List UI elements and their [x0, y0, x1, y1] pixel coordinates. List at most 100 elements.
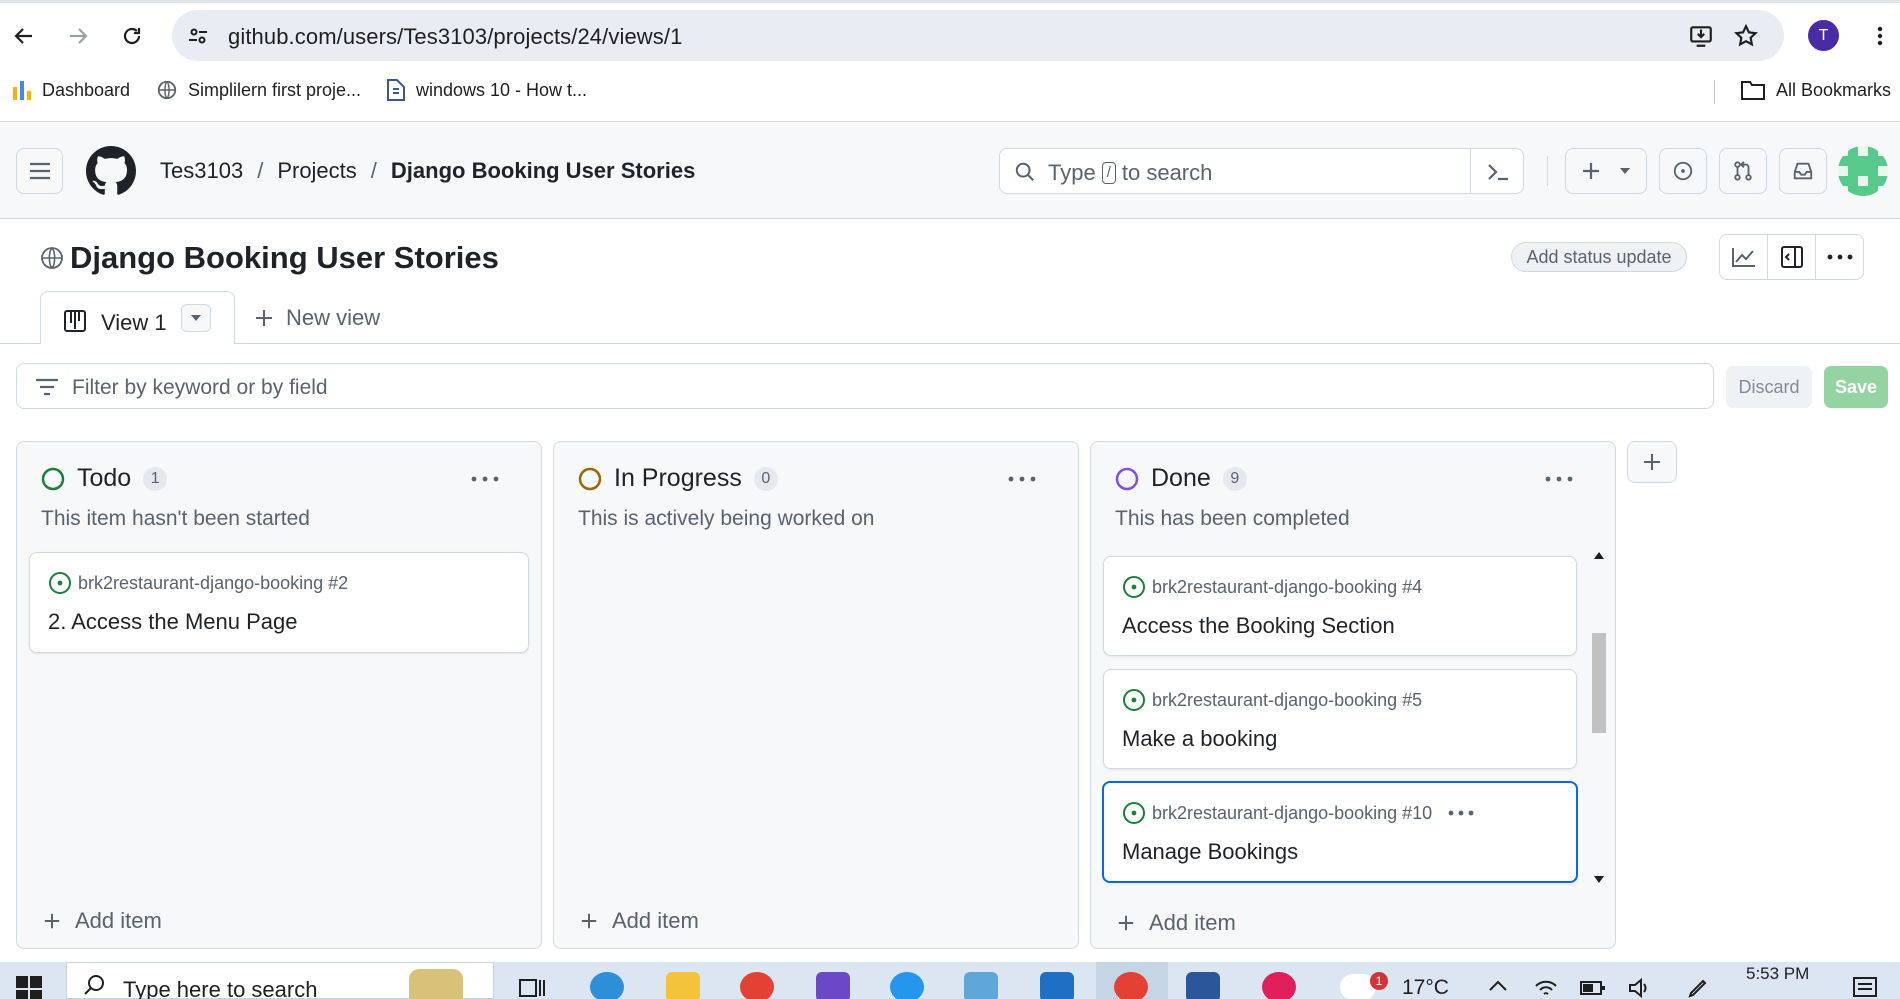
project-title: Django Booking User Stories: [70, 240, 499, 275]
column-menu-button[interactable]: [1541, 464, 1577, 494]
globe-icon: [41, 247, 63, 269]
inbox-button[interactable]: [1779, 148, 1827, 194]
insights-button[interactable]: [1720, 235, 1768, 279]
column-description: This item hasn't been started: [41, 507, 310, 530]
search-prefix: Type: [1048, 160, 1096, 185]
bookmark-windows10[interactable]: windows 10 - How t...: [386, 78, 587, 102]
issue-card[interactable]: brk2restaurant-django-booking #5 Make a …: [1103, 669, 1577, 769]
notifications-icon[interactable]: [1852, 976, 1878, 999]
filter-icon: [36, 378, 58, 396]
global-nav-menu-button[interactable]: [16, 148, 63, 194]
add-status-update-button[interactable]: Add status update: [1511, 242, 1687, 272]
issue-card-focused[interactable]: brk2restaurant-django-booking #10 Manage…: [1102, 781, 1578, 883]
forward-button[interactable]: [60, 18, 96, 54]
volume-icon[interactable]: [1628, 978, 1652, 998]
task-view-icon[interactable]: [518, 976, 546, 999]
new-view-button[interactable]: New view: [254, 305, 380, 331]
docker-app-icon[interactable]: [890, 972, 924, 999]
card-repo-ref[interactable]: brk2restaurant-django-booking #5: [1152, 690, 1422, 711]
command-palette-icon[interactable]: [1486, 161, 1510, 183]
user-avatar[interactable]: [1838, 146, 1888, 196]
column-menu-button[interactable]: [467, 464, 503, 494]
pull-requests-button[interactable]: [1719, 148, 1767, 194]
url-text[interactable]: github.com/users/Tes3103/projects/24/vie…: [228, 24, 682, 50]
status-circle-icon: [1115, 467, 1139, 490]
tab-strip-edge: [0, 0, 1900, 3]
column-menu-button[interactable]: [1004, 464, 1040, 494]
issue-card[interactable]: brk2restaurant-django-booking #2 2. Acce…: [29, 552, 529, 653]
site-settings-icon[interactable]: [184, 22, 212, 50]
arrow-right-icon: [70, 28, 88, 44]
breadcrumb-owner[interactable]: Tes3103: [160, 158, 243, 184]
status-circle-icon: [578, 467, 602, 490]
save-button[interactable]: Save: [1824, 366, 1888, 408]
global-search-input[interactable]: Type / to search: [999, 148, 1524, 194]
taskbar-clock[interactable]: 5:53 PM: [1746, 964, 1809, 984]
scrollbar-thumb[interactable]: [1592, 633, 1606, 733]
breadcrumb-projects[interactable]: Projects: [277, 158, 356, 184]
bookmark-dashboard[interactable]: Dashboard: [12, 78, 130, 102]
windows-start-icon[interactable]: [16, 976, 42, 999]
wifi-icon[interactable]: [1534, 978, 1558, 998]
browser-menu-button[interactable]: [1862, 18, 1898, 54]
back-button[interactable]: [6, 18, 42, 54]
teams-app-icon[interactable]: [816, 972, 850, 999]
card-repo-ref[interactable]: brk2restaurant-django-booking #2: [78, 573, 348, 594]
card-menu-icon[interactable]: [1448, 810, 1474, 816]
board-layout-icon: [64, 310, 86, 332]
card-title[interactable]: Manage Bookings: [1122, 839, 1298, 865]
add-item-button[interactable]: Add item: [43, 908, 162, 934]
card-title[interactable]: Make a booking: [1122, 726, 1277, 752]
header-divider: [1547, 156, 1548, 186]
bookmark-simplilern[interactable]: Simplilern first proje...: [156, 78, 361, 102]
taskbar-search-input[interactable]: Type here to search: [66, 962, 494, 999]
column-title: In Progress: [614, 464, 742, 492]
issue-card[interactable]: brk2restaurant-django-booking #4 Access …: [1103, 556, 1577, 656]
add-column-button[interactable]: [1627, 441, 1677, 483]
all-bookmarks[interactable]: All Bookmarks: [1740, 78, 1891, 102]
breadcrumb: Tes3103 / Projects / Django Booking User…: [160, 158, 695, 184]
edge-app-icon[interactable]: [590, 972, 624, 999]
scroll-down-icon[interactable]: [1594, 876, 1604, 883]
sidebar-icon: [1780, 246, 1803, 268]
add-item-button[interactable]: Add item: [580, 908, 699, 934]
filter-input[interactable]: Filter by keyword or by field: [16, 363, 1714, 409]
weather-temperature[interactable]: 17°C: [1402, 976, 1449, 999]
view-options-dropdown[interactable]: [181, 304, 211, 332]
slack-app-icon[interactable]: [1262, 972, 1296, 999]
add-item-button[interactable]: Add item: [1117, 910, 1236, 936]
reload-button[interactable]: [114, 18, 150, 54]
issues-button[interactable]: [1659, 148, 1707, 194]
card-title[interactable]: 2. Access the Menu Page: [48, 609, 298, 635]
file-explorer-icon[interactable]: [666, 972, 700, 999]
tab-view-1[interactable]: View 1: [40, 291, 235, 344]
scroll-up-icon[interactable]: [1594, 552, 1604, 559]
profile-avatar[interactable]: T: [1808, 20, 1839, 51]
arrow-left-icon: [14, 28, 32, 44]
notes-app-icon[interactable]: [964, 972, 998, 999]
azure-app-icon[interactable]: [1040, 972, 1074, 999]
issue-opened-icon: [49, 572, 71, 594]
project-menu-button[interactable]: [1816, 235, 1863, 279]
caret-down-icon: [1620, 168, 1630, 174]
create-new-button[interactable]: [1565, 148, 1647, 194]
card-repo-ref[interactable]: brk2restaurant-django-booking #10: [1152, 803, 1432, 824]
chevron-up-icon[interactable]: [1488, 980, 1508, 992]
breadcrumb-project[interactable]: Django Booking User Stories: [391, 158, 695, 184]
github-logo-icon[interactable]: [86, 146, 136, 196]
card-repo-ref[interactable]: brk2restaurant-django-booking #4: [1152, 577, 1422, 598]
side-panel-button[interactable]: [1768, 235, 1816, 279]
search-highlight-image: [409, 969, 463, 999]
bookmark-star-icon[interactable]: [1732, 22, 1760, 50]
chrome-app-icon[interactable]: [740, 972, 774, 999]
battery-icon[interactable]: [1580, 980, 1606, 996]
chrome-active-app-icon[interactable]: [1114, 972, 1148, 999]
word-app-icon[interactable]: [1186, 972, 1220, 999]
address-bar[interactable]: github.com/users/Tes3103/projects/24/vie…: [172, 10, 1784, 61]
column-count: 9: [1222, 466, 1247, 491]
install-app-icon[interactable]: [1687, 22, 1715, 50]
card-title[interactable]: Access the Booking Section: [1122, 613, 1395, 639]
discard-button[interactable]: Discard: [1726, 366, 1812, 408]
card-meta: brk2restaurant-django-booking #10: [1122, 801, 1474, 825]
pen-icon[interactable]: [1686, 976, 1710, 999]
